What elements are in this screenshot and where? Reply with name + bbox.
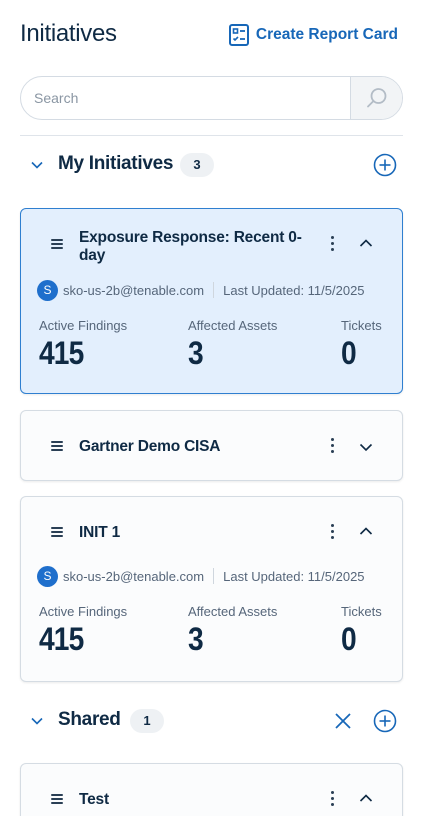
initiative-name: INIT 1	[79, 524, 121, 541]
report-card-icon	[228, 24, 249, 46]
shared-header: Shared 1	[20, 706, 403, 736]
chevron-up-icon[interactable]	[359, 238, 373, 248]
initiative-card[interactable]: Gartner Demo CISA	[20, 410, 403, 481]
count-badge: 3	[180, 153, 214, 177]
initiative-name: Test	[79, 791, 109, 808]
initiative-name: Exposure Response: Recent 0-day	[79, 229, 302, 264]
more-vertical-icon[interactable]	[330, 236, 336, 254]
stat-value: 415	[39, 621, 84, 657]
create-report-card-button[interactable]: Create Report Card	[228, 23, 398, 47]
close-icon[interactable]	[333, 711, 353, 731]
chevron-up-icon[interactable]	[359, 526, 373, 536]
initiative-meta: S sko-us-2b@tenable.com Last Updated: 11…	[37, 279, 387, 301]
active-findings-stat[interactable]: Active Findings 415	[39, 604, 127, 658]
stat-label: Active Findings	[39, 318, 128, 333]
more-vertical-icon[interactable]	[330, 791, 336, 809]
initiative-card[interactable]: INIT 1 S sko-us-2b@tenable.com Last Upda…	[20, 496, 403, 682]
last-updated: Last Updated: 11/5/2025	[223, 568, 365, 584]
initiative-card[interactable]: Test	[20, 763, 403, 816]
more-vertical-icon[interactable]	[330, 524, 336, 542]
drag-handle-icon[interactable]	[51, 239, 63, 249]
stat-value: 0	[341, 621, 357, 657]
add-circle-icon[interactable]	[373, 709, 397, 733]
owner-email: sko-us-2b@tenable.com	[63, 568, 205, 584]
chevron-down-icon[interactable]	[30, 158, 44, 172]
search-icon	[366, 88, 386, 108]
chevron-down-icon[interactable]	[30, 714, 44, 728]
add-circle-icon[interactable]	[373, 153, 397, 177]
stat-label: Tickets	[341, 318, 382, 333]
stat-value: 3	[188, 335, 204, 371]
chevron-down-icon[interactable]	[359, 442, 373, 452]
initiative-name: Gartner Demo CISA	[79, 438, 221, 455]
meta-separator	[213, 282, 215, 298]
search-button[interactable]	[350, 77, 402, 119]
my-initiatives-header: My Initiatives 3	[20, 150, 403, 180]
stat-label: Tickets	[341, 604, 382, 619]
initiative-card[interactable]: Exposure Response: Recent 0-day S sko-us…	[20, 208, 403, 394]
initiative-meta: S sko-us-2b@tenable.com Last Updated: 11…	[37, 565, 387, 587]
affected-assets-stat[interactable]: Affected Assets 3	[188, 604, 277, 658]
drag-handle-icon[interactable]	[51, 527, 63, 537]
page-title: Initiatives	[20, 20, 117, 47]
more-vertical-icon[interactable]	[330, 438, 336, 456]
create-report-card-label: Create Report Card	[255, 26, 398, 43]
stat-label: Affected Assets	[188, 604, 278, 619]
section-title: My Initiatives	[58, 153, 174, 174]
divider	[20, 135, 403, 136]
stat-value: 0	[341, 335, 357, 371]
last-updated: Last Updated: 11/5/2025	[223, 282, 365, 298]
owner-email: sko-us-2b@tenable.com	[63, 282, 205, 298]
stat-value: 415	[39, 335, 84, 371]
search-input[interactable]	[21, 77, 351, 119]
page-header: Initiatives Create Report Card	[20, 20, 402, 52]
stat-label: Affected Assets	[188, 318, 278, 333]
meta-separator	[213, 568, 215, 584]
drag-handle-icon[interactable]	[51, 441, 63, 451]
count-badge: 1	[130, 709, 164, 733]
affected-assets-stat[interactable]: Affected Assets 3	[188, 318, 277, 372]
stat-label: Active Findings	[39, 604, 128, 619]
drag-handle-icon[interactable]	[51, 794, 63, 804]
tickets-stat[interactable]: Tickets 0	[341, 604, 382, 658]
avatar: S	[37, 279, 58, 301]
tickets-stat[interactable]: Tickets 0	[341, 318, 382, 372]
search-bar	[20, 76, 403, 120]
stat-value: 3	[188, 621, 204, 657]
avatar: S	[37, 565, 58, 587]
section-title: Shared	[58, 709, 121, 730]
chevron-up-icon[interactable]	[359, 793, 373, 803]
active-findings-stat[interactable]: Active Findings 415	[39, 318, 127, 372]
